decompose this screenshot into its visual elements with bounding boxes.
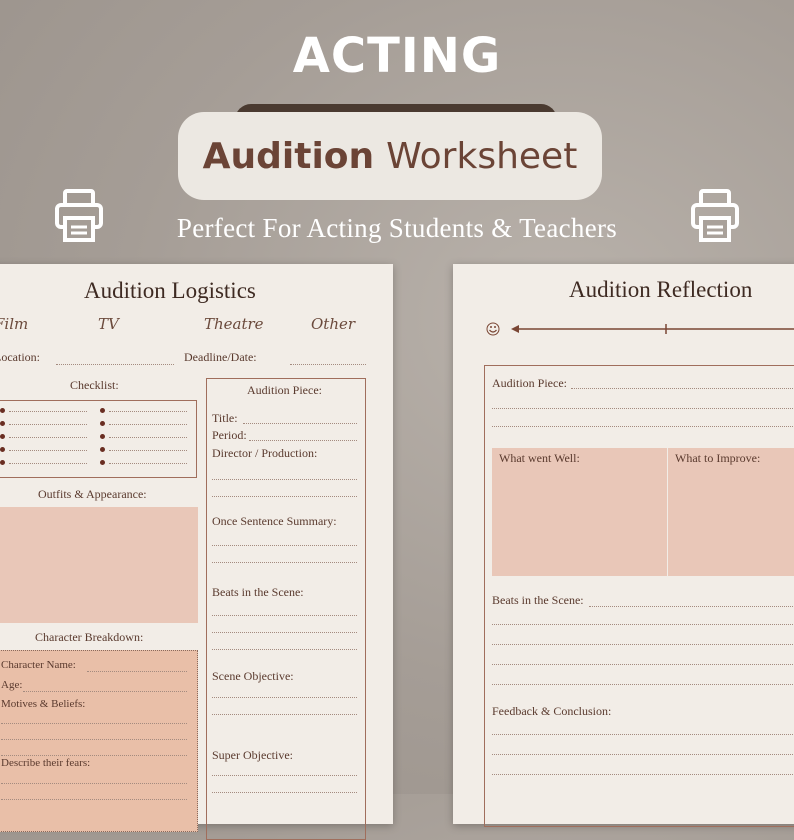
improve-box bbox=[668, 448, 794, 576]
scene-objective-label: Scene Objective: bbox=[212, 669, 294, 683]
rating-scale bbox=[486, 322, 794, 336]
subtitle: Perfect For Acting Students & Teachers bbox=[176, 213, 618, 243]
went-well-label: What went Well: bbox=[499, 451, 580, 465]
improve-label: What to Improve: bbox=[675, 451, 761, 465]
motives-label: Motives & Beliefs: bbox=[1, 698, 86, 710]
checklist-bullet bbox=[0, 434, 5, 439]
super-objective-label: Super Objective: bbox=[212, 748, 293, 762]
media-other: Other bbox=[311, 315, 356, 333]
location-label: Location: bbox=[0, 350, 40, 364]
checklist-bullet bbox=[100, 434, 105, 439]
checklist-bullet bbox=[0, 460, 5, 465]
deadline-label: Deadline/Date: bbox=[184, 350, 257, 364]
reflection-piece-label: Audition Piece: bbox=[492, 376, 567, 390]
fears-label: Describe their fears: bbox=[1, 757, 91, 769]
checklist-label: Checklist: bbox=[70, 378, 119, 392]
audition-piece-box: Audition Piece: Title: Period: Director … bbox=[206, 378, 366, 840]
reflection-beats-label: Beats in the Scene: bbox=[492, 593, 584, 607]
checklist-bullet bbox=[0, 421, 5, 426]
went-well-box bbox=[492, 448, 667, 576]
media-theatre: Theatre bbox=[204, 315, 264, 333]
checklist-bullet bbox=[100, 460, 105, 465]
deadline-line bbox=[290, 364, 366, 365]
checklist-bullet bbox=[0, 408, 5, 413]
printer-icon bbox=[691, 189, 739, 242]
badge-text: Worksheet bbox=[386, 135, 578, 177]
outfits-label: Outfits & Appearance: bbox=[38, 487, 147, 501]
arrow-left-icon bbox=[511, 325, 519, 333]
main-title: ACTING bbox=[292, 28, 502, 84]
character-name-label: Character Name: bbox=[1, 659, 76, 671]
outfits-box bbox=[0, 507, 198, 623]
character-box: Character Name: Age: Motives & Beliefs: … bbox=[0, 650, 198, 832]
piece-title-label: Title: bbox=[212, 411, 238, 425]
printer-icon bbox=[55, 189, 103, 242]
checklist-bullet bbox=[0, 447, 5, 452]
character-title: Character Breakdown: bbox=[35, 630, 144, 644]
feedback-label: Feedback & Conclusion: bbox=[492, 704, 612, 718]
media-film: Film bbox=[0, 315, 29, 333]
badge-bold-text: Audition bbox=[202, 135, 375, 177]
audition-piece-title: Audition Piece: bbox=[247, 383, 322, 397]
checklist-bullet bbox=[100, 408, 105, 413]
reflection-title: Audition Reflection bbox=[569, 277, 753, 302]
smiley-icon bbox=[486, 322, 500, 336]
logistics-title: Audition Logistics bbox=[84, 278, 256, 303]
checklist-box bbox=[0, 400, 197, 478]
summary-label: Once Sentence Summary: bbox=[212, 514, 337, 528]
media-tv: TV bbox=[98, 315, 119, 333]
piece-period-label: Period: bbox=[212, 428, 247, 442]
beats-label: Beats in the Scene: bbox=[212, 585, 304, 599]
logistics-page: Audition Logistics Film TV Theatre Other… bbox=[0, 264, 393, 840]
checklist-bullet bbox=[100, 447, 105, 452]
reflection-box: Audition Piece: What went Well: What to … bbox=[484, 365, 794, 827]
character-age-label: Age: bbox=[1, 679, 23, 691]
checklist-bullet bbox=[100, 421, 105, 426]
location-line bbox=[56, 364, 174, 365]
reflection-page: Audition Reflection Audition Piece: What… bbox=[453, 264, 794, 827]
title-badge: Audition Worksheet bbox=[178, 112, 602, 200]
piece-director-label: Director / Production: bbox=[212, 446, 318, 460]
